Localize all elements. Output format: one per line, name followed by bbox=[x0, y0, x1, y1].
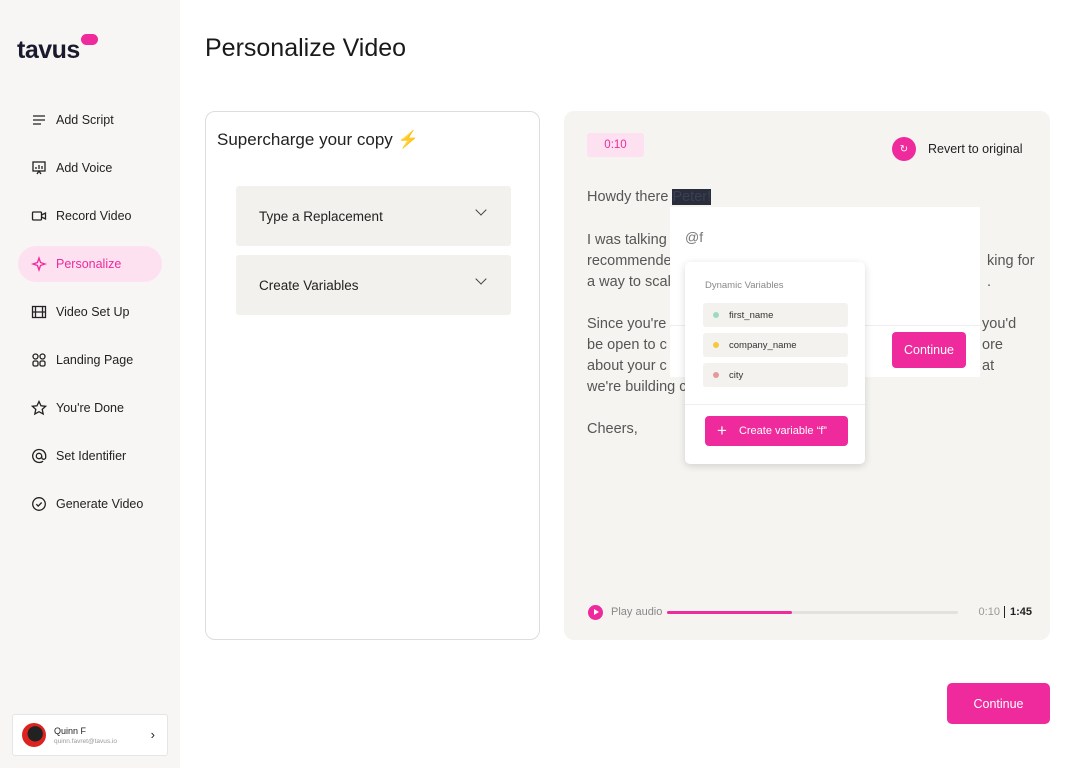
audio-time: 0:10 1:45 bbox=[978, 606, 1032, 618]
tavus-logo[interactable]: tavus bbox=[17, 34, 98, 65]
selected-text[interactable]: Peter! bbox=[672, 189, 712, 205]
accordion-create-variables[interactable]: Create Variables bbox=[236, 255, 511, 315]
script-closing: Cheers, bbox=[587, 421, 638, 437]
check-circle-icon bbox=[32, 497, 46, 511]
plus-icon: + bbox=[717, 421, 727, 440]
avatar bbox=[22, 723, 46, 747]
grid-icon bbox=[32, 353, 46, 367]
star-icon bbox=[31, 400, 47, 416]
sidebar-item-set-identifier[interactable]: Set Identifier bbox=[18, 438, 162, 474]
script-paragraph-1: I was talking recommende a way to scal bbox=[587, 232, 672, 290]
dropdown-title: Dynamic Variables bbox=[705, 280, 784, 291]
variable-option-company-name[interactable]: company_name bbox=[703, 333, 848, 357]
chevron-down-icon bbox=[475, 273, 487, 285]
user-name: Quinn F bbox=[54, 725, 87, 736]
revert-icon[interactable]: ↻ bbox=[892, 137, 916, 161]
continue-button[interactable]: Continue bbox=[947, 683, 1050, 724]
lightning-icon: ⚡ bbox=[397, 130, 419, 149]
accordion-type-replacement[interactable]: Type a Replacement bbox=[236, 186, 511, 246]
sidebar-item-record-video[interactable]: Record Video bbox=[18, 198, 162, 234]
sidebar-item-add-voice[interactable]: Add Voice bbox=[18, 150, 162, 186]
play-audio-label[interactable]: Play audio bbox=[611, 606, 662, 618]
create-variable-button[interactable]: + Create variable “f” bbox=[705, 416, 848, 446]
sidebar-item-landing-page[interactable]: Landing Page bbox=[18, 342, 162, 378]
sidebar-item-youre-done[interactable]: You're Done bbox=[18, 390, 162, 426]
script-greeting: Howdy there Peter! bbox=[587, 189, 712, 205]
replacement-input[interactable]: @f bbox=[685, 229, 703, 245]
video-camera-icon bbox=[31, 211, 47, 221]
script-panel: 0:10 ↻ Revert to original Howdy there Pe… bbox=[564, 111, 1050, 640]
at-icon bbox=[32, 448, 47, 464]
sidebar-item-personalize[interactable]: Personalize bbox=[18, 246, 162, 282]
script-paragraph-2-right: you'd ore at bbox=[982, 316, 1017, 374]
play-icon[interactable] bbox=[588, 605, 603, 620]
chevron-right-icon: › bbox=[150, 727, 155, 742]
revert-to-original-button[interactable]: Revert to original bbox=[928, 142, 1023, 156]
sidebar-item-generate-video[interactable]: Generate Video bbox=[18, 486, 162, 522]
variable-option-city[interactable]: city bbox=[703, 363, 848, 387]
time-badge: 0:10 bbox=[587, 133, 644, 157]
sidebar: tavus Add Script Add Voice Record Video … bbox=[0, 0, 180, 768]
sidebar-item-video-set-up[interactable]: Video Set Up bbox=[18, 294, 162, 330]
sidebar-item-add-script[interactable]: Add Script bbox=[18, 102, 162, 138]
sidebar-nav: Add Script Add Voice Record Video Person… bbox=[18, 102, 162, 534]
audio-progress-slider[interactable] bbox=[667, 611, 958, 614]
sparkle-icon bbox=[31, 256, 47, 272]
film-icon bbox=[31, 305, 47, 319]
chevron-down-icon bbox=[475, 204, 487, 216]
supercharge-panel: Supercharge your copy ⚡ Type a Replaceme… bbox=[205, 111, 540, 640]
dynamic-variables-dropdown: Dynamic Variables first_name company_nam… bbox=[685, 262, 865, 464]
user-menu[interactable]: Quinn Fquinn.favret@tavus.io › bbox=[12, 714, 168, 756]
lines-icon bbox=[33, 115, 45, 125]
presentation-icon bbox=[32, 161, 46, 175]
page-title: Personalize Video bbox=[205, 34, 407, 62]
panel-title: Supercharge your copy ⚡ bbox=[217, 130, 419, 149]
editor-continue-button[interactable]: Continue bbox=[892, 332, 966, 368]
variable-option-first-name[interactable]: first_name bbox=[703, 303, 848, 327]
script-paragraph-1-right: king for. bbox=[987, 253, 1035, 290]
user-email: quinn.favret@tavus.io bbox=[54, 737, 117, 745]
